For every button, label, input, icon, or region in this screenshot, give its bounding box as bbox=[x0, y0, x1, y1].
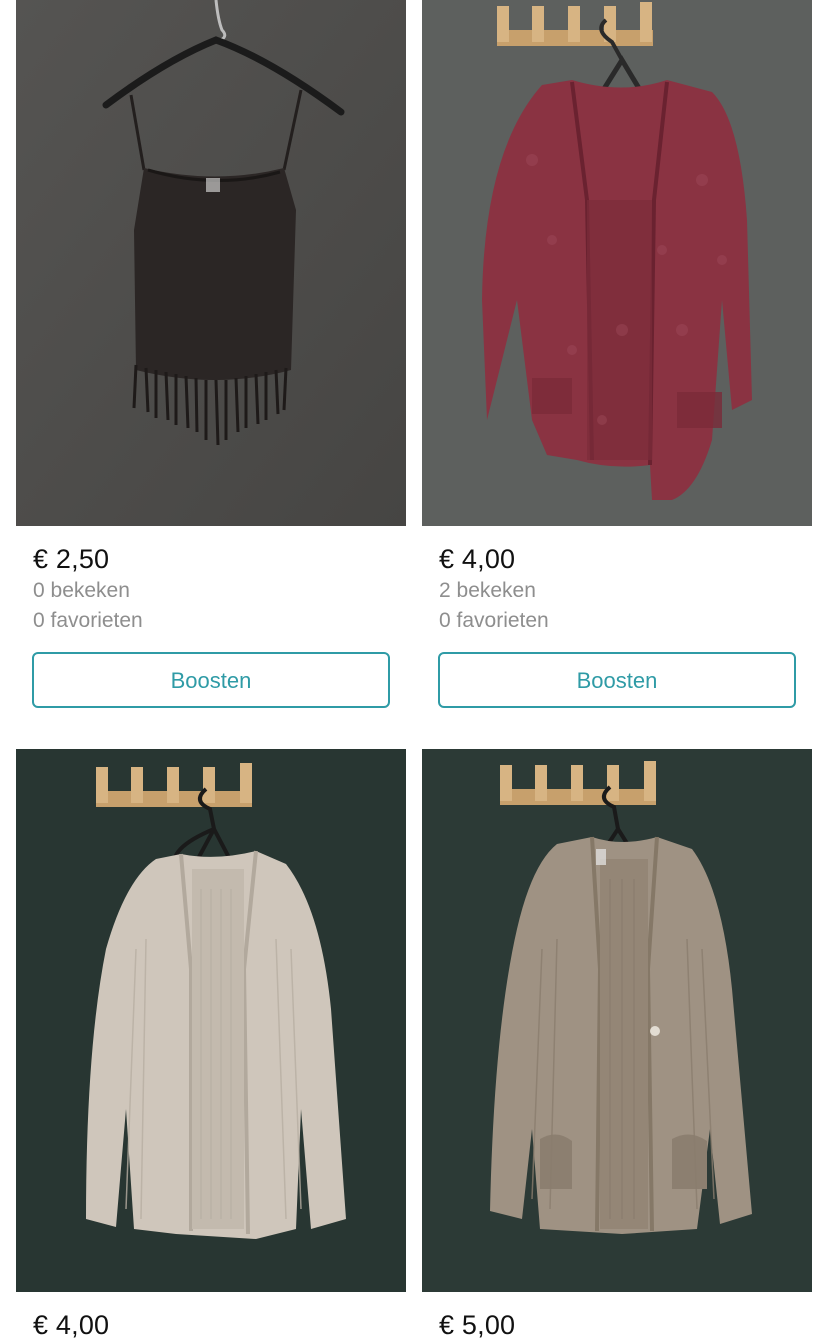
burgundy-cardigan-image bbox=[422, 0, 812, 526]
listing-photo[interactable] bbox=[422, 749, 812, 1292]
listing-card[interactable]: € 5,00 bbox=[422, 749, 812, 1342]
listing-views: 0 bekeken bbox=[33, 579, 130, 602]
listing-price: € 2,50 bbox=[33, 544, 110, 574]
listing-photo[interactable] bbox=[422, 0, 812, 526]
listing-favorites: 0 favorieten bbox=[439, 609, 549, 632]
taupe-cardigan-image bbox=[422, 749, 812, 1292]
listing-card[interactable]: € 2,50 0 bekeken 0 favorieten Boosten bbox=[16, 0, 406, 708]
listing-price: € 4,00 bbox=[439, 544, 516, 574]
listing-card[interactable]: € 4,00 bbox=[16, 749, 406, 1342]
boost-button[interactable]: Boosten bbox=[32, 652, 390, 708]
listing-views: 2 bekeken bbox=[439, 579, 536, 602]
listing-card[interactable]: € 4,00 2 bekeken 0 favorieten Boosten bbox=[422, 0, 812, 708]
boost-button[interactable]: Boosten bbox=[438, 652, 796, 708]
listing-price: € 5,00 bbox=[439, 1310, 516, 1340]
listing-price: € 4,00 bbox=[33, 1310, 110, 1340]
listing-favorites: 0 favorieten bbox=[33, 609, 143, 632]
listing-photo[interactable] bbox=[16, 749, 406, 1292]
listing-grid: € 2,50 0 bekeken 0 favorieten Boosten € … bbox=[0, 0, 828, 1344]
grey-cardigan-image bbox=[16, 749, 406, 1292]
camisole-image bbox=[16, 0, 406, 526]
listing-photo[interactable] bbox=[16, 0, 406, 526]
